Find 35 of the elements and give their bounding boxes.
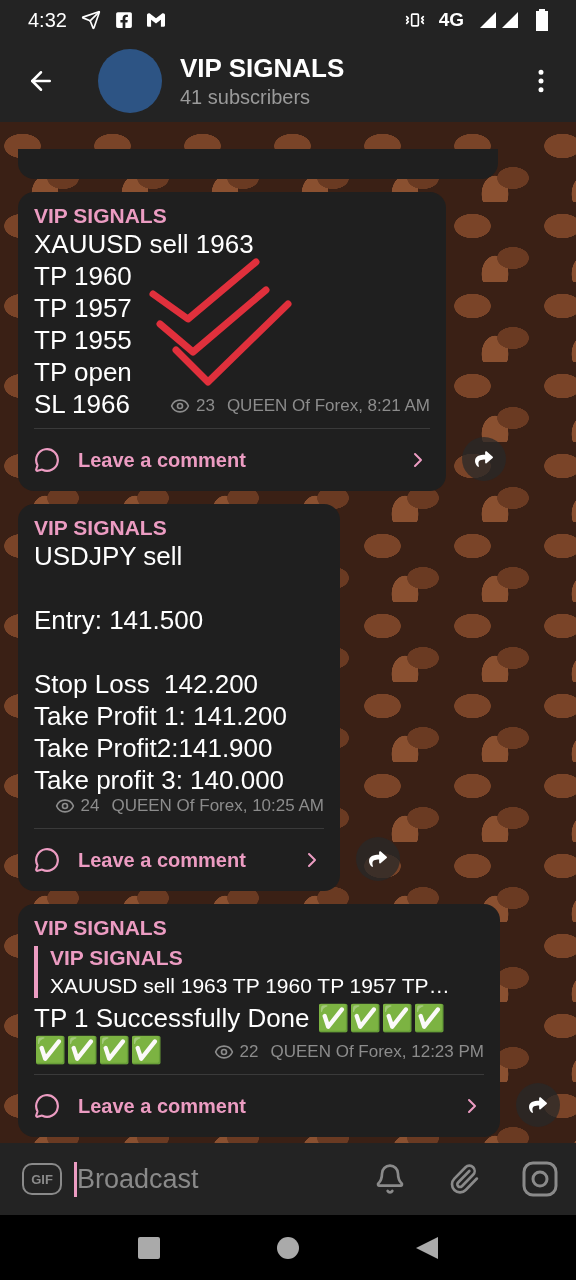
- author-time: QUEEN Of Forex, 12:23 PM: [270, 1042, 484, 1062]
- message-text: Take Profit2:141.900: [34, 732, 274, 764]
- comment-row[interactable]: Leave a comment: [34, 428, 430, 491]
- message-field[interactable]: Broadcast: [74, 1161, 362, 1197]
- reply-text: XAUUSD sell 1963 TP 1960 TP 1957 TP…: [50, 974, 451, 998]
- gif-button[interactable]: GIF: [22, 1163, 62, 1195]
- message-text: Stop Loss 142.200: [34, 668, 260, 700]
- channel-name: VIP SIGNALS: [34, 916, 168, 940]
- status-time: 4:32: [28, 8, 67, 32]
- comment-row[interactable]: Leave a comment: [34, 828, 324, 891]
- author-time: QUEEN Of Forex, 8:21 AM: [226, 396, 430, 416]
- channel-title: VIP SIGNALS: [180, 53, 345, 84]
- message-text: Take profit 3: 140.000: [34, 764, 285, 796]
- message-text: USDJPY sell: [34, 540, 184, 572]
- author-time: QUEEN Of Forex, 10:25 AM: [111, 796, 324, 816]
- message-text: XAUUSD sell 1963: [34, 228, 255, 260]
- message-text: TP 1957: [34, 292, 133, 324]
- message-text: TP 1955: [34, 324, 133, 356]
- comment-row[interactable]: Leave a comment: [34, 1074, 484, 1137]
- channel-name: VIP SIGNALS: [34, 204, 168, 228]
- message-text: Take Profit 1: 141.200: [34, 700, 288, 732]
- reply-title: VIP SIGNALS: [50, 946, 184, 970]
- subscriber-count: 41 subscribers: [180, 86, 312, 109]
- network-type: 4G: [438, 9, 464, 31]
- message-text: TP open: [34, 356, 133, 388]
- channel-name: VIP SIGNALS: [34, 516, 168, 540]
- message-text: Entry: 141.500: [34, 604, 205, 636]
- view-count: 24: [80, 796, 100, 816]
- view-count: 23: [195, 396, 215, 416]
- reply-quote[interactable]: VIP SIGNALS XAUUSD sell 1963 TP 1960 TP 1957 TP…: [34, 946, 484, 998]
- message-text: ✅✅✅✅: [34, 1034, 162, 1066]
- view-count: 22: [239, 1042, 259, 1062]
- message-text: TP 1960: [34, 260, 133, 292]
- message-text: SL 1966: [34, 388, 130, 420]
- message-text: TP 1 Successfully Done ✅✅✅✅: [34, 1002, 446, 1034]
